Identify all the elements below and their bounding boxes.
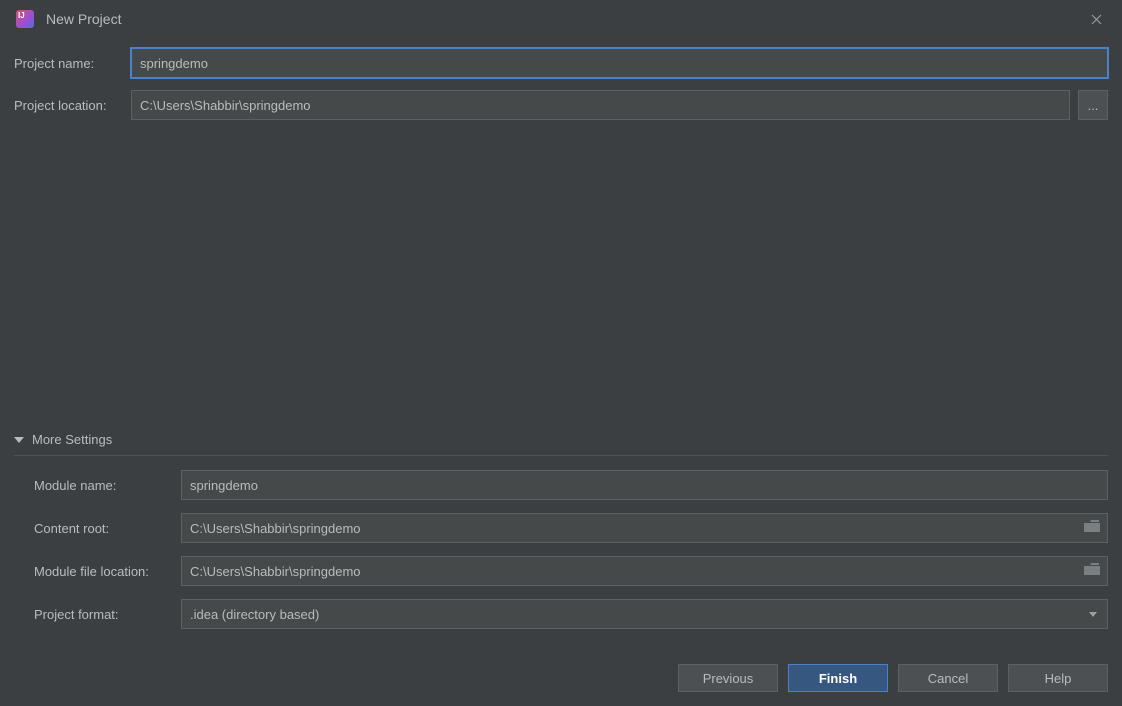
previous-button[interactable]: Previous [678,664,778,692]
window-title: New Project [46,11,121,27]
help-button[interactable]: Help [1008,664,1108,692]
project-location-label: Project location: [14,98,131,113]
close-icon [1091,14,1102,25]
title-left: New Project [16,10,121,28]
content-root-row: Content root: [34,513,1108,543]
cancel-button[interactable]: Cancel [898,664,998,692]
content-area: Project name: Project location: ... More… [0,38,1122,706]
project-format-value: .idea (directory based) [190,607,319,622]
module-file-location-input[interactable] [181,556,1108,586]
button-bar: Previous Finish Cancel Help [14,642,1108,692]
project-location-row: Project location: ... [14,90,1108,120]
project-format-label: Project format: [34,607,181,622]
module-file-location-label: Module file location: [34,564,181,579]
expand-icon [14,437,24,443]
module-file-location-row: Module file location: [34,556,1108,586]
module-name-row: Module name: [34,470,1108,500]
more-settings-panel: Module name: Content root: Module file l… [14,470,1108,642]
project-name-input[interactable] [131,48,1108,78]
project-name-label: Project name: [14,56,131,71]
project-name-row: Project name: [14,48,1108,78]
more-settings-label: More Settings [32,432,112,447]
finish-button[interactable]: Finish [788,664,888,692]
chevron-down-icon [1089,612,1097,617]
content-root-input[interactable] [181,513,1108,543]
project-format-select[interactable]: .idea (directory based) [181,599,1108,629]
spacer [14,132,1108,428]
close-button[interactable] [1082,5,1110,33]
project-location-input[interactable] [131,90,1070,120]
title-bar: New Project [0,0,1122,38]
module-name-input[interactable] [181,470,1108,500]
intellij-icon [16,10,34,28]
content-root-label: Content root: [34,521,181,536]
project-format-row: Project format: .idea (directory based) [34,599,1108,629]
browse-location-button[interactable]: ... [1078,90,1108,120]
more-settings-toggle[interactable]: More Settings [14,428,1108,456]
module-name-label: Module name: [34,478,181,493]
